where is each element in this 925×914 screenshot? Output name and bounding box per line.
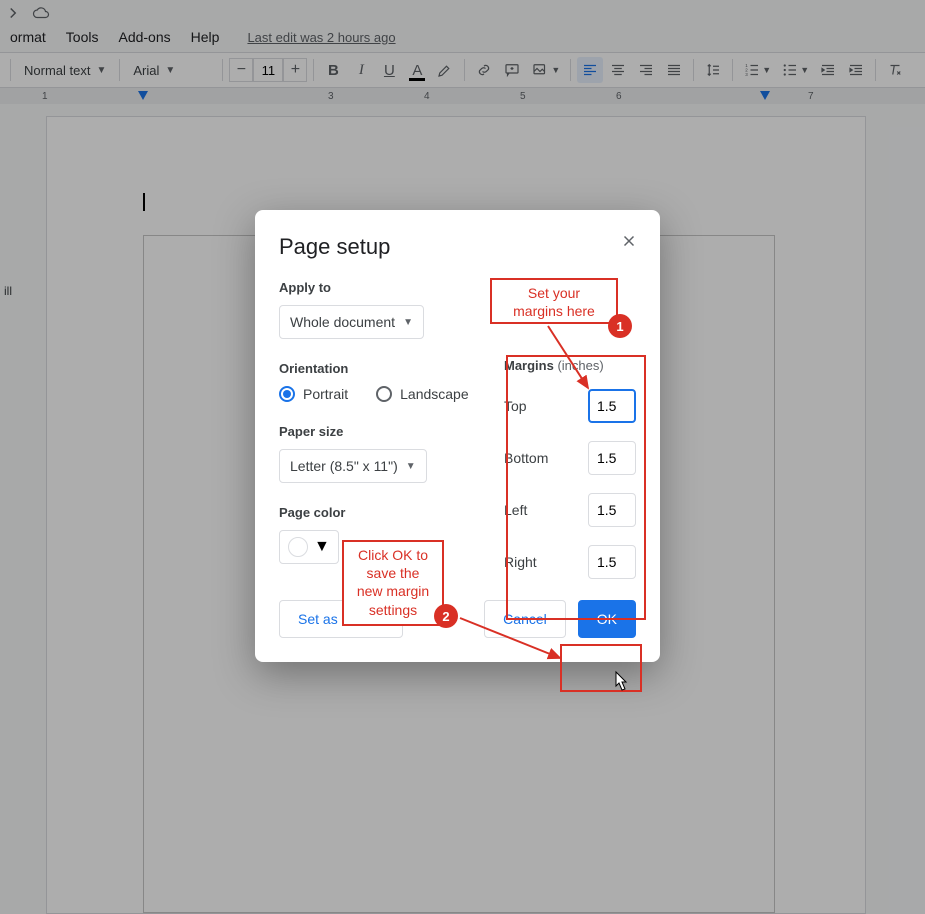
chevron-down-icon: ▼ bbox=[406, 461, 416, 472]
insert-image-button[interactable]: ▼ bbox=[527, 57, 564, 83]
text-color-button[interactable]: A bbox=[404, 57, 430, 83]
decrease-indent-button[interactable] bbox=[815, 57, 841, 83]
bold-button[interactable]: B bbox=[320, 57, 346, 83]
annotation-2-line2: save the bbox=[367, 565, 420, 581]
ruler-tick: 5 bbox=[520, 91, 526, 102]
ruler-tick: 1 bbox=[42, 91, 48, 102]
apply-to-value: Whole document bbox=[290, 314, 395, 330]
line-spacing-button[interactable] bbox=[700, 57, 726, 83]
annotation-2-line4: settings bbox=[369, 602, 417, 618]
close-button[interactable] bbox=[620, 232, 638, 255]
last-edit-info[interactable]: Last edit was 2 hours ago bbox=[247, 30, 395, 45]
annotation-2-line3: new margin bbox=[357, 583, 429, 599]
clear-formatting-button[interactable] bbox=[882, 57, 908, 83]
close-icon bbox=[620, 232, 638, 250]
bulleted-list-button[interactable]: ▼ bbox=[777, 57, 813, 83]
menu-help[interactable]: Help bbox=[181, 25, 230, 49]
underline-button[interactable]: U bbox=[376, 57, 402, 83]
paper-size-label: Paper size bbox=[279, 424, 484, 439]
chevron-down-icon: ▼ bbox=[403, 317, 413, 328]
add-comment-button[interactable] bbox=[499, 57, 525, 83]
highlight-button[interactable] bbox=[432, 57, 458, 83]
chevron-down-icon: ▼ bbox=[165, 65, 175, 76]
chevron-down-icon: ▼ bbox=[314, 538, 330, 556]
decrease-font-button[interactable]: − bbox=[229, 58, 253, 82]
truncated-text: ill bbox=[4, 284, 12, 298]
annotation-highlight-margins bbox=[506, 355, 646, 620]
menu-format[interactable]: ormat bbox=[0, 25, 56, 49]
color-swatch-icon bbox=[288, 537, 308, 557]
landscape-label: Landscape bbox=[400, 386, 469, 402]
numbered-list-button[interactable]: 123▼ bbox=[739, 57, 775, 83]
annotation-1-line2: margins here bbox=[513, 303, 595, 319]
svg-text:3: 3 bbox=[746, 72, 749, 77]
annotation-2-line1: Click OK to bbox=[358, 547, 428, 563]
toolbar: Normal text ▼ Arial ▼ − + B I U A ▼ 123▼… bbox=[0, 52, 925, 88]
align-justify-button[interactable] bbox=[661, 57, 687, 83]
align-left-button[interactable] bbox=[577, 57, 603, 83]
paper-size-value: Letter (8.5" x 11") bbox=[290, 458, 398, 474]
ruler-tick: 6 bbox=[616, 91, 622, 102]
annotation-callout-2: Click OK to save the new margin settings bbox=[342, 540, 444, 626]
increase-font-button[interactable]: + bbox=[283, 58, 307, 82]
ruler-tick: 3 bbox=[328, 91, 334, 102]
font-size-input[interactable] bbox=[253, 58, 283, 82]
orientation-portrait-radio[interactable]: Portrait bbox=[279, 386, 348, 402]
horizontal-ruler: 1 3 4 5 6 7 bbox=[0, 88, 925, 104]
ruler-tick: 4 bbox=[424, 91, 430, 102]
orientation-landscape-radio[interactable]: Landscape bbox=[376, 386, 469, 402]
annotation-callout-1: Set your margins here bbox=[490, 278, 618, 324]
left-indent-marker[interactable] bbox=[138, 91, 148, 100]
annotation-badge-1: 1 bbox=[608, 314, 632, 338]
chevron-down-icon: ▼ bbox=[96, 65, 106, 76]
annotation-badge-2: 2 bbox=[434, 604, 458, 628]
radio-icon bbox=[376, 386, 392, 402]
right-indent-marker[interactable] bbox=[760, 91, 770, 100]
paper-size-dropdown[interactable]: Letter (8.5" x 11") ▼ bbox=[279, 449, 427, 483]
orientation-label: Orientation bbox=[279, 361, 484, 376]
apply-to-label: Apply to bbox=[279, 280, 484, 295]
font-size-stepper: − + bbox=[229, 58, 307, 82]
dialog-title: Page setup bbox=[279, 234, 636, 260]
paragraph-style-dropdown[interactable]: Normal text ▼ bbox=[17, 57, 113, 83]
menu-tools[interactable]: Tools bbox=[56, 25, 109, 49]
align-right-button[interactable] bbox=[633, 57, 659, 83]
font-family-dropdown[interactable]: Arial ▼ bbox=[126, 57, 216, 83]
page-color-label: Page color bbox=[279, 505, 484, 520]
increase-indent-button[interactable] bbox=[843, 57, 869, 83]
text-caret bbox=[143, 193, 145, 211]
page-color-picker[interactable]: ▼ bbox=[279, 530, 339, 564]
annotation-1-line1: Set your bbox=[528, 285, 580, 301]
menu-addons[interactable]: Add-ons bbox=[108, 25, 180, 49]
ruler-tick: 7 bbox=[808, 91, 814, 102]
cursor-pointer-icon bbox=[610, 670, 630, 694]
portrait-label: Portrait bbox=[303, 386, 348, 402]
radio-selected-icon bbox=[279, 386, 295, 402]
align-center-button[interactable] bbox=[605, 57, 631, 83]
italic-button[interactable]: I bbox=[348, 57, 374, 83]
menubar: ormat Tools Add-ons Help Last edit was 2… bbox=[0, 22, 925, 52]
insert-link-button[interactable] bbox=[471, 57, 497, 83]
apply-to-dropdown[interactable]: Whole document ▼ bbox=[279, 305, 424, 339]
paragraph-style-label: Normal text bbox=[24, 63, 90, 78]
font-family-label: Arial bbox=[133, 63, 159, 78]
